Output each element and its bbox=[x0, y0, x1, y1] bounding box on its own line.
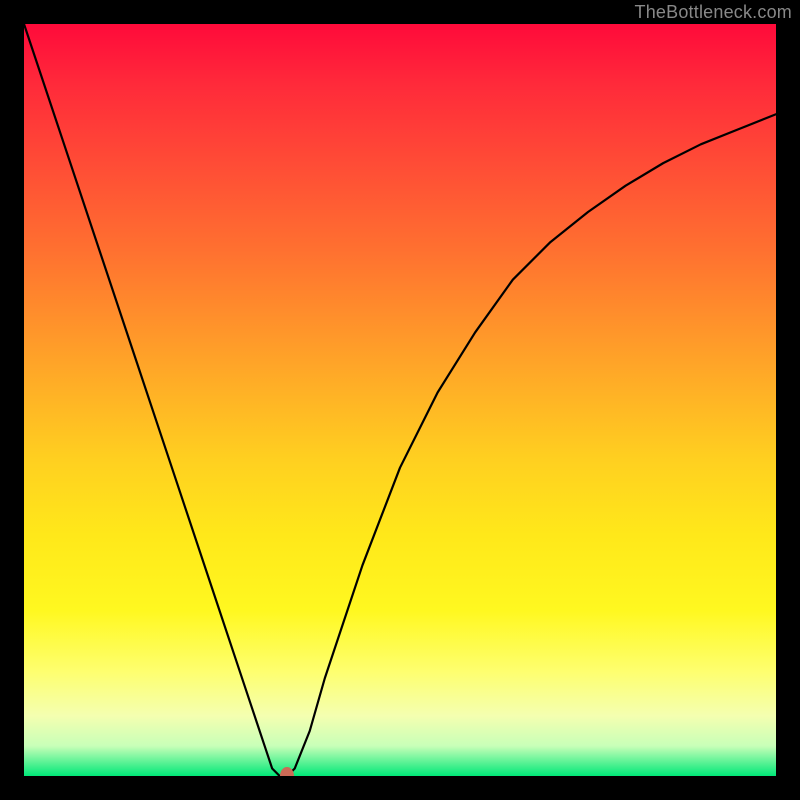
watermark-text: TheBottleneck.com bbox=[635, 2, 792, 23]
plot-area bbox=[24, 24, 776, 776]
chart-frame: TheBottleneck.com bbox=[0, 0, 800, 800]
bottleneck-curve bbox=[24, 24, 776, 776]
